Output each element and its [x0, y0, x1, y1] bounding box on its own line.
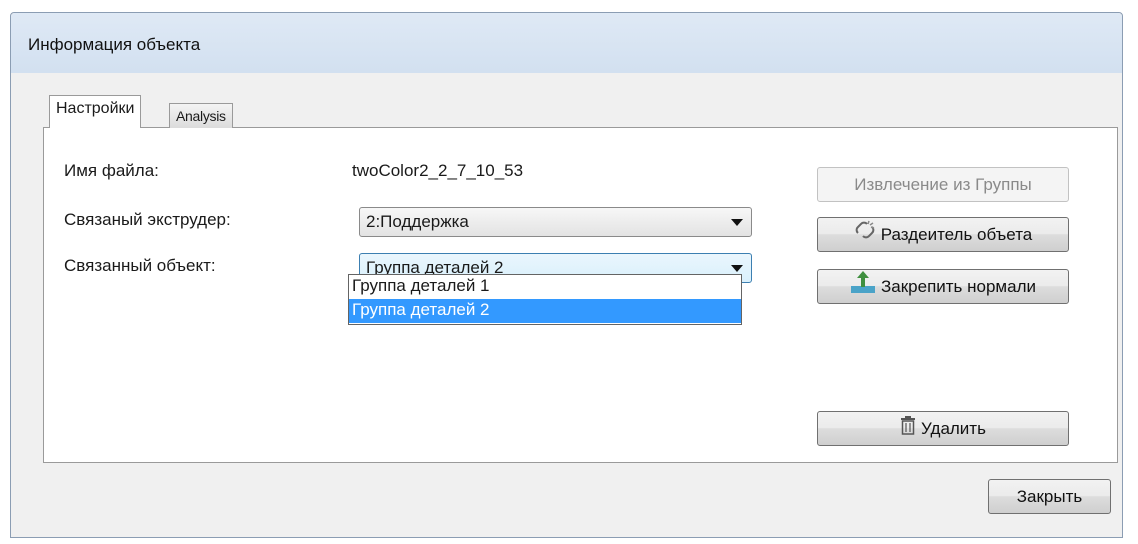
delete-button[interactable]: Удалить: [817, 411, 1069, 446]
delete-label: Удалить: [921, 419, 986, 438]
trash-icon: [900, 413, 916, 446]
extruder-combobox[interactable]: 2:Поддержка: [359, 207, 752, 237]
pin-normals-label: Закрепить нормали: [881, 277, 1036, 296]
filename-value: twoColor2_2_7_10_53: [352, 161, 524, 180]
pin-normals-button[interactable]: Закрепить нормали: [817, 269, 1069, 304]
chevron-down-icon: [731, 265, 743, 272]
link-break-icon: [854, 219, 876, 252]
object-dropdown-list[interactable]: Группа деталей 1 Группа деталей 2: [348, 274, 742, 325]
window-title: Информация объекта: [28, 35, 201, 54]
close-label: Закрыть: [1016, 487, 1083, 506]
object-info-dialog: Информация объекта Настройки Analysis Им…: [10, 12, 1123, 538]
normal-arrow-icon: [850, 270, 876, 305]
filename-label: Имя файла:: [64, 161, 159, 180]
extract-from-group-label: Извлечение из Группы: [854, 175, 1032, 194]
dropdown-option-selected[interactable]: Группа деталей 2: [349, 299, 741, 323]
object-label: Связанный объект:: [64, 256, 216, 275]
object-splitter-label: Раздеитель объета: [880, 225, 1033, 244]
tab-settings[interactable]: Настройки: [49, 95, 142, 128]
extruder-combobox-value: 2:Поддержка: [366, 212, 469, 231]
extruder-label: Связаный экструдер:: [64, 210, 231, 229]
chevron-down-icon: [731, 219, 743, 226]
close-button[interactable]: Закрыть: [988, 479, 1111, 514]
title-bar[interactable]: Информация объекта: [11, 13, 1122, 73]
object-splitter-button[interactable]: Раздеитель объета: [817, 217, 1069, 252]
extract-from-group-button[interactable]: Извлечение из Группы: [817, 167, 1069, 202]
dropdown-option[interactable]: Группа деталей 1: [349, 275, 741, 299]
tab-analysis[interactable]: Analysis: [169, 103, 233, 128]
